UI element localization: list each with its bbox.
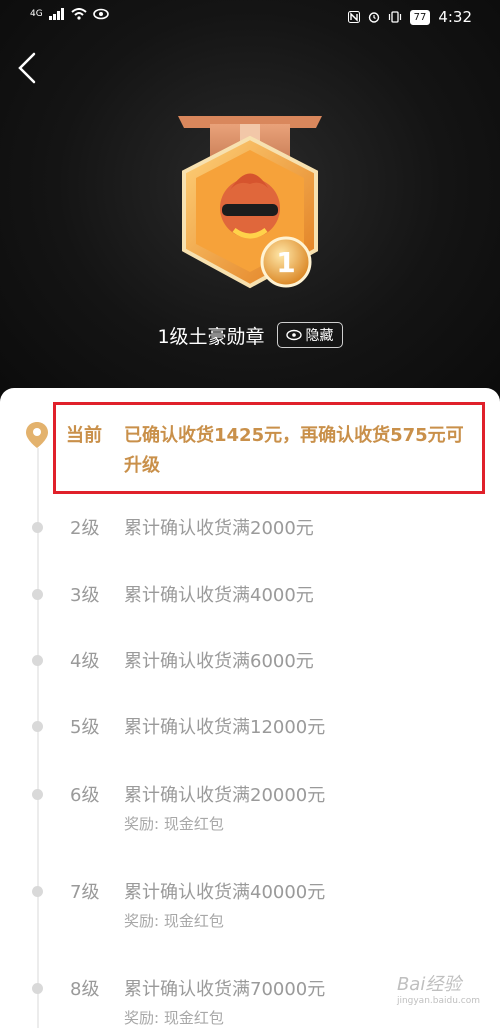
eye-icon: [92, 8, 109, 20]
medal-title-row: 1级土豪勋章 隐藏: [0, 318, 500, 352]
current-label: 当前: [66, 425, 102, 446]
signal-icon: [48, 8, 64, 20]
network-type: 4G: [30, 9, 43, 19]
timeline-dot: [32, 721, 43, 732]
level-number: 6级: [70, 785, 100, 806]
level-reward: 奖励: 现金红包: [124, 815, 224, 833]
battery-icon: 77: [409, 9, 431, 25]
vibrate-icon: [388, 11, 401, 23]
timeline-dot: [32, 789, 43, 800]
wifi-icon: [71, 8, 87, 20]
level-requirement: 累计确认收货满12000元: [124, 717, 326, 738]
level-requirement: 累计确认收货满40000元: [124, 882, 326, 903]
level-requirement: 累计确认收货满20000元: [124, 785, 326, 806]
current-progress-text: 已确认收货1425元，再确认收货575元可升级: [124, 425, 464, 476]
level-list-panel: 当前 已确认收货1425元，再确认收货575元可升级 2级 累计确认收货满200…: [0, 388, 500, 1028]
status-time: 4:32: [438, 8, 472, 26]
alarm-icon: [368, 12, 379, 23]
level-number: 4级: [70, 651, 100, 672]
status-bar: 4G 77 4:32: [0, 0, 500, 34]
hide-button-label: 隐藏: [305, 328, 334, 344]
level-number: 3级: [70, 585, 100, 606]
level-reward: 奖励: 现金红包: [124, 912, 224, 930]
timeline-line: [37, 448, 39, 1028]
hide-medal-button[interactable]: 隐藏: [276, 322, 343, 348]
location-pin-icon: [26, 422, 48, 448]
baidu-jingyan-watermark: Bai经验 jingyan.baidu.com: [397, 970, 480, 1006]
watermark-brand: Bai经验: [396, 974, 462, 995]
medal-header-area: 4G 77 4:32 1 1级土豪勋章 隐藏: [0, 0, 500, 410]
tycoon-medal-badge: 1: [178, 116, 322, 289]
watermark-url: jingyan.baidu.com: [396, 996, 480, 1006]
timeline-dot: [32, 589, 43, 600]
nfc-icon: [347, 11, 360, 23]
eye-icon: [285, 329, 302, 341]
level-requirement: 累计确认收货满2000元: [124, 518, 314, 539]
level-number: 5级: [70, 717, 100, 738]
level-requirement: 累计确认收货满70000元: [124, 979, 326, 1000]
medal-title: 1级土豪勋章: [157, 325, 265, 348]
timeline-dot: [32, 886, 43, 897]
chevron-left-icon[interactable]: [14, 50, 42, 86]
timeline-dot: [32, 983, 43, 994]
level-number: 2级: [70, 518, 100, 539]
level-requirement: 累计确认收货满6000元: [124, 651, 314, 672]
timeline-dot: [32, 522, 43, 533]
level-number: 7级: [70, 882, 100, 903]
timeline-dot: [32, 655, 43, 666]
level-requirement: 累计确认收货满4000元: [124, 585, 314, 606]
level-reward: 奖励: 现金红包: [124, 1009, 224, 1027]
svg-text:1: 1: [276, 246, 295, 279]
level-number: 8级: [70, 979, 100, 1000]
